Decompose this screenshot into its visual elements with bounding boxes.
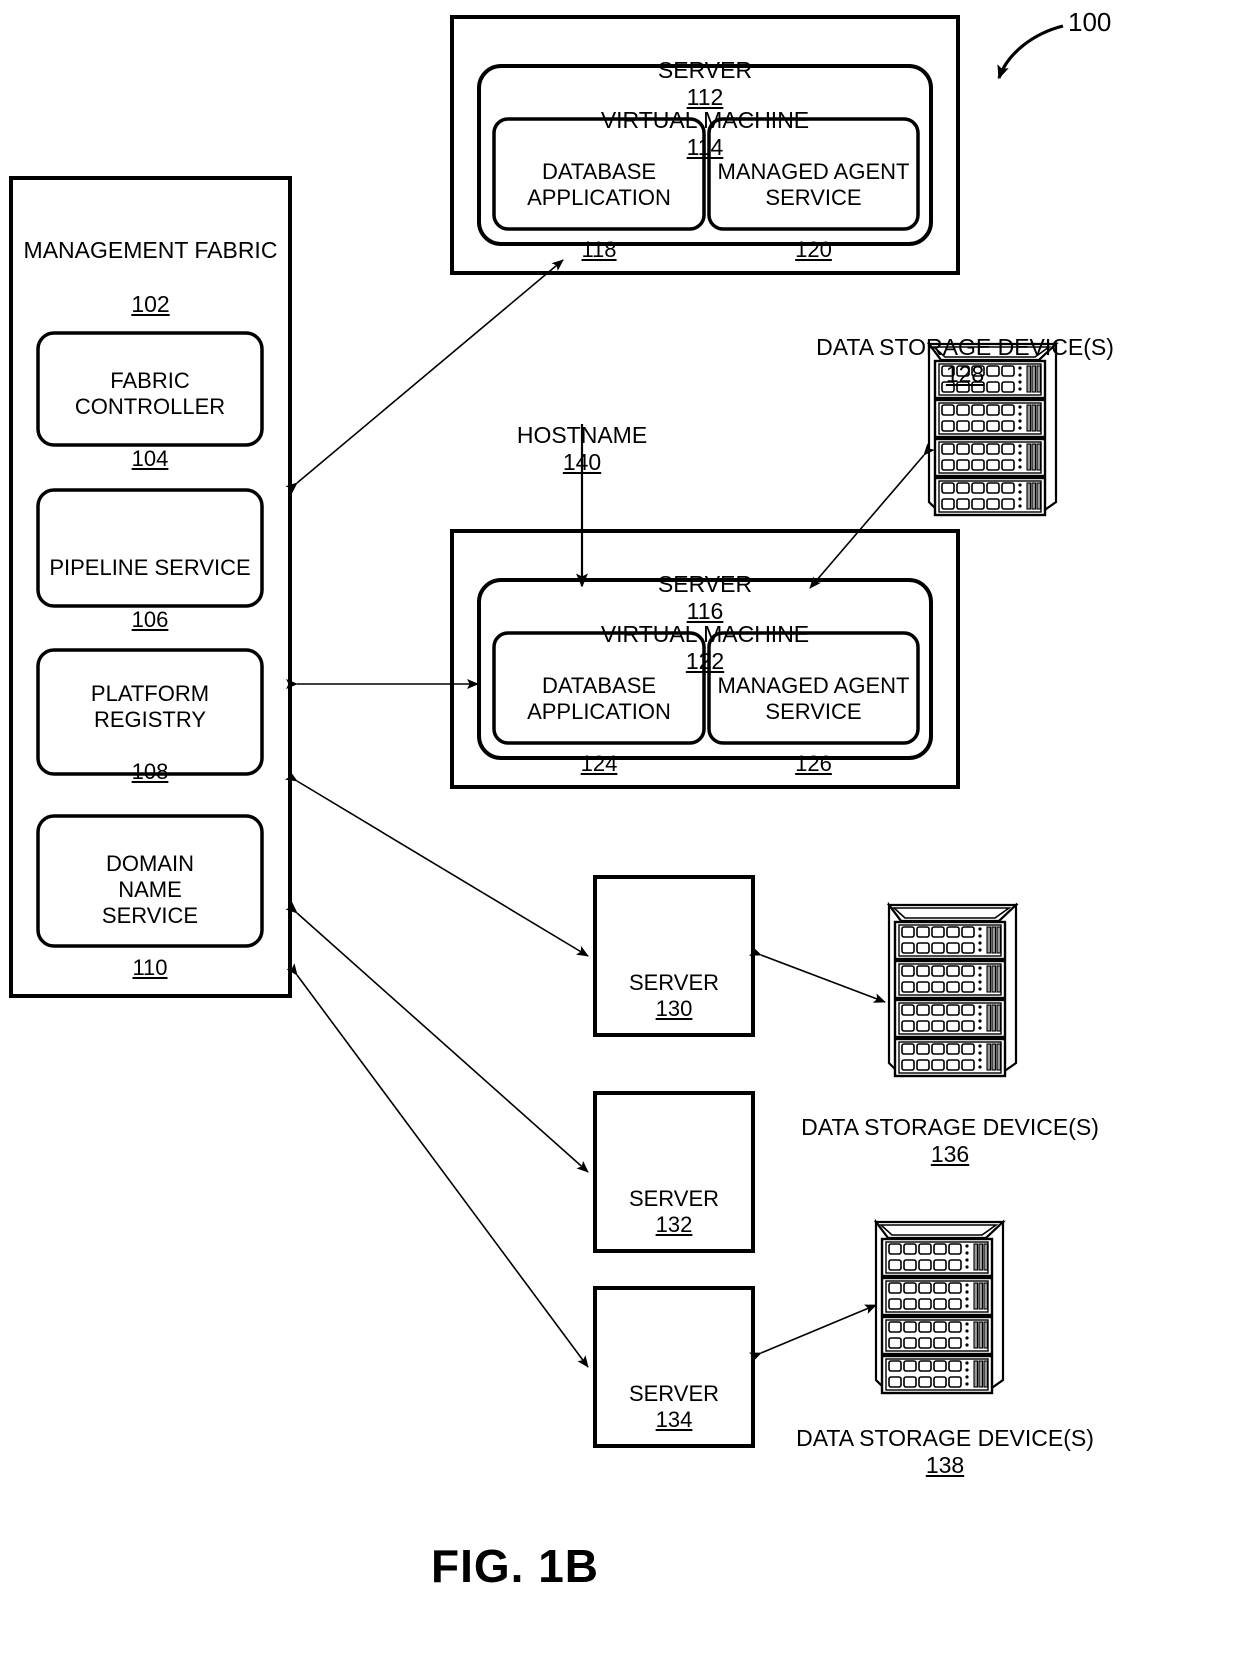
- system-reference-100: 100: [1068, 7, 1112, 37]
- database-application-118[interactable]: DATABASE APPLICATION 118: [494, 133, 704, 263]
- server-130-label[interactable]: SERVER 130: [595, 944, 753, 1022]
- management-fabric-title: MANAGEMENT FABRIC 102: [23, 237, 278, 318]
- sidebar-item-platform-registry[interactable]: PLATFORM REGISTRY 108: [38, 655, 262, 785]
- storage-label-138: DATA STORAGE DEVICE(S) 138: [796, 1425, 1094, 1479]
- managed-agent-service-126[interactable]: MANAGED AGENT SERVICE 126: [706, 647, 921, 777]
- storage-label-136: DATA STORAGE DEVICE(S) 136: [801, 1114, 1099, 1168]
- server-132-label[interactable]: SERVER 132: [595, 1160, 753, 1238]
- server-134-label[interactable]: SERVER 134: [595, 1355, 753, 1433]
- figure-canvas: MANAGEMENT FABRIC 102 FABRIC CONTROLLER …: [0, 0, 1240, 1667]
- storage-rack-icon-136: [886, 901, 1019, 1078]
- storage-rack-icon-138: [873, 1218, 1006, 1395]
- sidebar-item-fabric-controller[interactable]: FABRIC CONTROLLER 104: [38, 342, 262, 472]
- database-application-124[interactable]: DATABASE APPLICATION 124: [494, 647, 704, 777]
- figure-title: FIG. 1B: [431, 1540, 600, 1592]
- hostname-label-140: HOSTNAME 140: [516, 422, 648, 476]
- sidebar-item-pipeline-service[interactable]: PIPELINE SERVICE 106: [38, 529, 262, 633]
- storage-label-128: DATA STORAGE DEVICE(S) 128: [816, 334, 1114, 388]
- managed-agent-service-120[interactable]: MANAGED AGENT SERVICE 120: [706, 133, 921, 263]
- sidebar-item-domain-name-service[interactable]: DOMAIN NAME SERVICE 110: [38, 825, 262, 981]
